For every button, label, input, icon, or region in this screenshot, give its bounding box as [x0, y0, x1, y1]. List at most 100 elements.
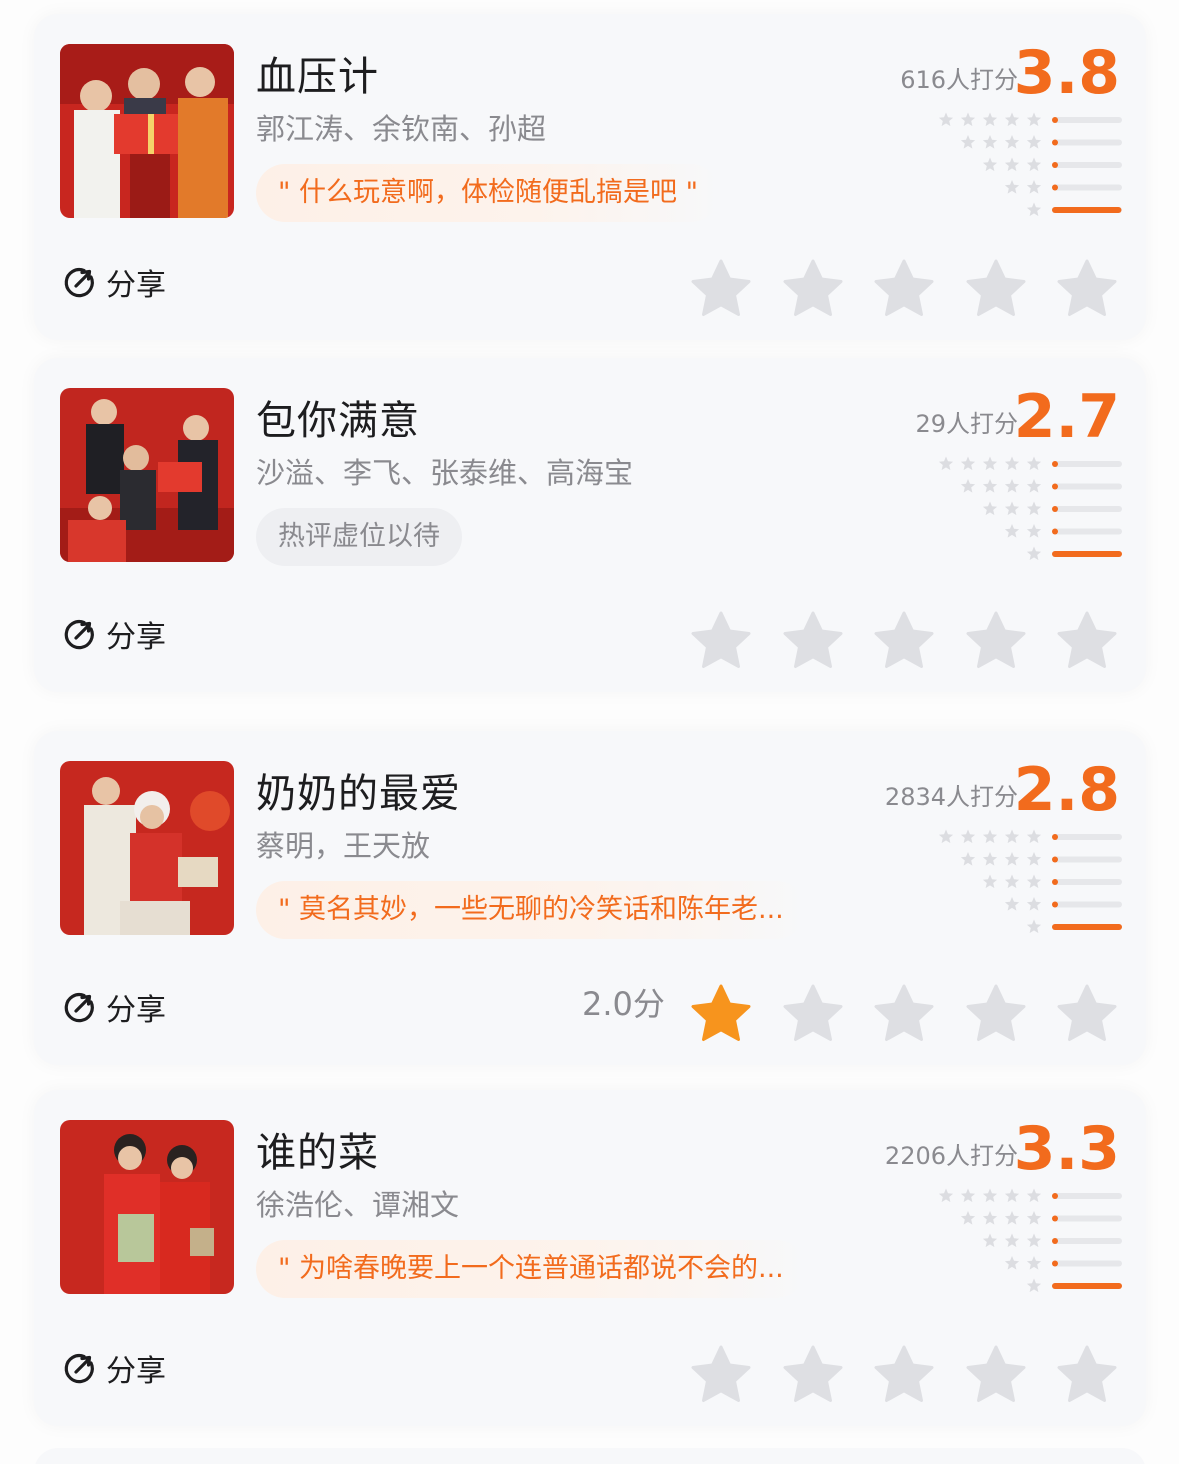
- distribution-star-icon: [982, 1233, 998, 1248]
- rate-star-1-icon[interactable]: [690, 610, 752, 672]
- distribution-star-icon: [982, 1188, 998, 1203]
- distribution-star-icon: [1026, 1233, 1042, 1248]
- distribution-bar-fill: [1052, 924, 1122, 930]
- distribution-star-icon: [1026, 829, 1042, 844]
- distribution-star-icon: [1004, 112, 1020, 127]
- distribution-star-icon: [982, 456, 998, 471]
- poster-image: [60, 388, 234, 562]
- rate-stars[interactable]: [690, 983, 1118, 1045]
- share-button[interactable]: 分享: [62, 612, 166, 656]
- average-score: 2.8: [1013, 755, 1120, 825]
- show-poster[interactable]: [60, 44, 234, 218]
- distribution-bar-fill: [1052, 834, 1058, 840]
- rate-star-1-icon[interactable]: [690, 983, 752, 1045]
- distribution-star-icon: [982, 874, 998, 889]
- show-title[interactable]: 奶奶的最爱: [256, 761, 461, 819]
- distribution-star-icon: [1004, 1233, 1020, 1248]
- rate-star-2-icon[interactable]: [782, 610, 844, 672]
- show-card[interactable]: 谁的菜 徐浩伦、谭湘文 " 为啥春晚要上一个连普通话都说不会的... 2206人打分 3…: [34, 1090, 1146, 1426]
- show-cast: 徐浩伦、谭湘文: [256, 1188, 460, 1222]
- distribution-star-icon: [1004, 135, 1020, 149]
- distribution-star-icon: [1026, 874, 1042, 889]
- show-title[interactable]: 谁的菜: [256, 1120, 379, 1178]
- rate-star-3-icon[interactable]: [873, 983, 935, 1045]
- next-card-peek: [34, 1448, 1146, 1464]
- rate-star-3-icon[interactable]: [873, 1344, 935, 1406]
- distribution-bar-track: [1052, 528, 1122, 535]
- share-icon: [64, 620, 94, 650]
- distribution-star-icon: [960, 829, 976, 844]
- rate-star-4-icon[interactable]: [965, 610, 1027, 672]
- share-icon: [64, 1354, 94, 1384]
- rating-count: 29人打分: [915, 410, 1018, 438]
- distribution-bar-track: [1052, 461, 1122, 467]
- distribution-star-icon: [1004, 852, 1020, 866]
- distribution-bar-fill: [1052, 1238, 1058, 1244]
- rate-star-5-icon[interactable]: [1056, 983, 1118, 1045]
- share-button[interactable]: 分享: [62, 1346, 166, 1390]
- distribution-star-icon: [960, 852, 976, 866]
- distribution-bar-fill: [1052, 1215, 1058, 1222]
- rate-stars[interactable]: [690, 258, 1118, 320]
- distribution-bar-fill: [1052, 162, 1058, 168]
- rate-star-1-icon[interactable]: [690, 258, 752, 320]
- rate-star-2-icon[interactable]: [782, 983, 844, 1045]
- distribution-star-icon: [938, 456, 954, 471]
- hot-comment[interactable]: " 莫名其妙，一些无聊的冷笑话和陈年老...: [256, 881, 806, 939]
- share-button[interactable]: 分享: [62, 985, 166, 1029]
- distribution-bar-track: [1052, 483, 1122, 490]
- share-button[interactable]: 分享: [62, 260, 166, 304]
- hot-comment[interactable]: " 为啥春晚要上一个连普通话都说不会的...: [256, 1240, 806, 1298]
- rate-star-3-icon[interactable]: [873, 258, 935, 320]
- average-score: 3.8: [1013, 38, 1120, 108]
- hot-comment[interactable]: 热评虚位以待: [256, 508, 462, 566]
- rate-star-2-icon[interactable]: [782, 258, 844, 320]
- distribution-star-icon: [1004, 180, 1020, 194]
- rate-star-4-icon[interactable]: [965, 258, 1027, 320]
- distribution-star-icon: [982, 501, 998, 516]
- distribution-star-icon: [1004, 1256, 1020, 1270]
- distribution-bar-track: [1052, 1193, 1122, 1199]
- distribution-star-icon: [1026, 157, 1042, 172]
- distribution-bar-fill: [1052, 483, 1058, 490]
- hot-comment[interactable]: " 什么玩意啊，体检随便乱搞是吧 ": [256, 164, 721, 222]
- distribution-star-icon: [1004, 456, 1020, 471]
- distribution-star-icon: [1026, 112, 1042, 127]
- rate-star-5-icon[interactable]: [1056, 258, 1118, 320]
- distribution-bar-track: [1052, 879, 1122, 885]
- distribution-bar-fill: [1052, 1260, 1058, 1267]
- rate-star-2-icon[interactable]: [782, 1344, 844, 1406]
- distribution-star-icon: [938, 1188, 954, 1203]
- show-card[interactable]: 包你满意 沙溢、李飞、张泰维、高海宝 热评虚位以待 29人打分 2.7 分享: [34, 358, 1146, 692]
- rate-star-5-icon[interactable]: [1056, 1344, 1118, 1406]
- show-title[interactable]: 血压计: [256, 44, 379, 102]
- distribution-star-icon: [982, 112, 998, 127]
- share-label: 分享: [106, 1354, 166, 1389]
- rate-star-5-icon[interactable]: [1056, 610, 1118, 672]
- rate-star-4-icon[interactable]: [965, 983, 1027, 1045]
- distribution-bar-fill: [1052, 207, 1122, 213]
- poster-image: [60, 1120, 234, 1294]
- distribution-star-icon: [1004, 829, 1020, 844]
- distribution-star-icon: [1026, 456, 1042, 471]
- share-label: 分享: [106, 993, 166, 1028]
- distribution-star-icon: [1004, 1188, 1020, 1203]
- show-poster[interactable]: [60, 761, 234, 935]
- distribution-star-icon: [1026, 501, 1042, 516]
- show-poster[interactable]: [60, 1120, 234, 1294]
- distribution-star-icon: [1026, 524, 1042, 538]
- rate-stars[interactable]: [690, 610, 1118, 672]
- show-card[interactable]: 血压计 郭江涛、余钦南、孙超 " 什么玩意啊，体检随便乱搞是吧 " 616人打分 3.8…: [34, 14, 1146, 340]
- distribution-bar-fill: [1052, 879, 1058, 885]
- show-title[interactable]: 包你满意: [256, 388, 420, 446]
- rating-count: 616人打分: [900, 66, 1018, 94]
- show-card[interactable]: 奶奶的最爱 蔡明，王天放 " 莫名其妙，一些无聊的冷笑话和陈年老... 2834人打分…: [34, 731, 1146, 1065]
- rate-star-1-icon[interactable]: [690, 1344, 752, 1406]
- rate-star-4-icon[interactable]: [965, 1344, 1027, 1406]
- distribution-bar-track: [1052, 901, 1122, 908]
- rate-star-3-icon[interactable]: [873, 610, 935, 672]
- distribution-star-icon: [938, 112, 954, 127]
- distribution-star-icon: [960, 1188, 976, 1203]
- rate-stars[interactable]: [690, 1344, 1118, 1406]
- show-poster[interactable]: [60, 388, 234, 562]
